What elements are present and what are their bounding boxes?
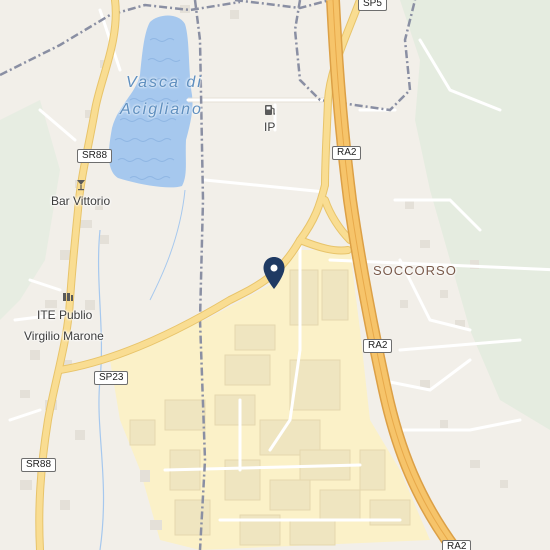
road-shield-sr88-top: SR88 — [77, 149, 113, 163]
school-label-line2[interactable]: Virgilio Marone — [24, 329, 104, 343]
road-shield-ra2-mid: RA2 — [363, 339, 393, 353]
bar-icon[interactable] — [74, 178, 88, 192]
stream-2 — [149, 189, 186, 301]
map-view[interactable]: Vasca di Acigliano IP SP5 RA2 SR88 RA2 S… — [0, 0, 550, 550]
stream — [97, 229, 105, 550]
lake-label-line1: Vasca di — [126, 74, 203, 91]
fuel-station-icon[interactable] — [263, 103, 277, 117]
lake-label-line2: Acigliano — [120, 101, 203, 118]
road-shield-ra2-bottom: RA2 — [442, 540, 472, 550]
location-pin-icon[interactable] — [262, 256, 286, 290]
school-label-line1[interactable]: ITE Publio — [37, 308, 92, 322]
district-label: SOCCORSO — [373, 263, 457, 278]
forest-area — [400, 0, 550, 430]
road-shield-sp5: SP5 — [358, 0, 387, 11]
school-icon[interactable] — [61, 290, 75, 304]
bar-label[interactable]: Bar Vittorio — [51, 194, 110, 208]
road-shield-sp23: SP23 — [94, 371, 129, 385]
road-shield-sr88-bottom: SR88 — [21, 458, 57, 472]
fuel-station-label[interactable]: IP — [264, 120, 275, 134]
road-shield-ra2-top: RA2 — [332, 146, 362, 160]
